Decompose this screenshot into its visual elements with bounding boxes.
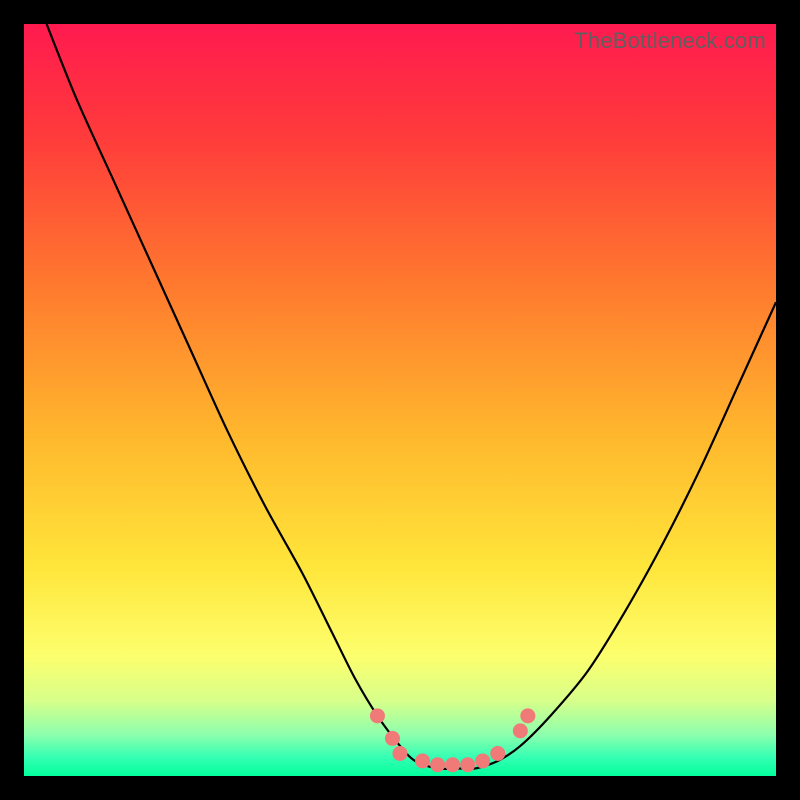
data-marker xyxy=(393,746,408,761)
data-marker xyxy=(460,757,475,772)
data-marker xyxy=(490,746,505,761)
data-marker xyxy=(430,757,445,772)
data-marker xyxy=(445,757,460,772)
data-marker xyxy=(520,708,535,723)
data-marker xyxy=(370,708,385,723)
data-marker xyxy=(513,723,528,738)
chart-svg xyxy=(24,24,776,776)
chart-frame: TheBottleneck.com xyxy=(24,24,776,776)
data-marker xyxy=(475,753,490,768)
data-marker xyxy=(385,731,400,746)
watermark-text: TheBottleneck.com xyxy=(574,28,766,54)
chart-background xyxy=(24,24,776,776)
data-marker xyxy=(415,753,430,768)
